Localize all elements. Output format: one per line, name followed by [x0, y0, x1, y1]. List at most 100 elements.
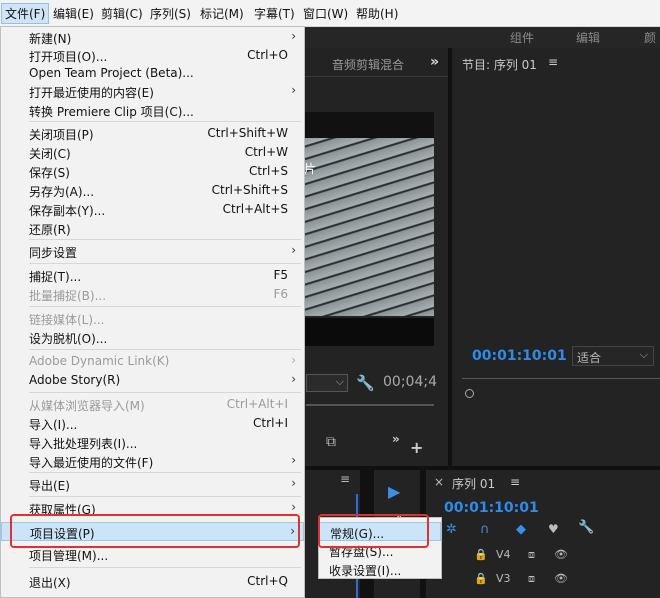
chevron-down-icon: ⌵ [335, 375, 344, 388]
workspace-tab-color[interactable]: 颜 [644, 29, 656, 46]
menu-item-label: 批量捕捉(B)... [29, 289, 107, 303]
file-menu-item[interactable]: Open Team Project (Beta)... [1, 64, 304, 83]
menu-sequence[interactable]: 序列(S) [150, 5, 191, 22]
chevron-right-icon: › [291, 453, 296, 467]
track-label[interactable]: V4 [496, 548, 511, 561]
file-menu-item[interactable]: 导出(E) › [1, 475, 304, 494]
file-menu-item: 链接媒体(L)... [1, 309, 304, 328]
menu-file[interactable]: 文件(F) [1, 3, 50, 24]
panel-overflow-icon[interactable]: » [430, 54, 439, 70]
panel-menu-icon[interactable]: ≡ [510, 475, 520, 489]
track-label[interactable]: V3 [496, 572, 511, 585]
menu-item-label: 链接媒体(L)... [29, 313, 105, 327]
clip-caption-text: 片 [304, 162, 317, 176]
file-menu-item[interactable]: 还原(R) [1, 219, 304, 238]
file-menu-item: 批量捕捉(B)... F6 [1, 285, 304, 304]
source-zoom-dropdown[interactable]: ⌵ [306, 374, 348, 392]
file-menu-item[interactable]: 另存为(A)... Ctrl+Shift+S [1, 181, 304, 200]
submenu-item-ingest-settings[interactable]: 收录设置(I)... [319, 560, 441, 579]
file-menu: 新建(N) › 打开项目(O)... Ctrl+O Open Team Project … [0, 26, 305, 598]
menu-separator [29, 263, 301, 264]
close-tab-icon[interactable]: × [434, 475, 444, 489]
menu-separator [29, 567, 301, 568]
lock-icon[interactable]: 🔒 [474, 572, 488, 585]
source-video-frame [300, 112, 434, 316]
file-menu-item[interactable]: 保存(S) Ctrl+S [1, 162, 304, 181]
file-menu-item[interactable]: 新建(N) › [1, 28, 304, 47]
overwrite-icon[interactable]: ⧉ [326, 434, 336, 450]
sync-lock-icon[interactable]: ⧈ [528, 572, 535, 586]
workspace-tab-editing[interactable]: 编辑 [576, 29, 600, 46]
menu-item-shortcut: Ctrl+Shift+S [211, 183, 288, 197]
menu-item-label: 保存(S) [29, 166, 70, 180]
eye-icon[interactable]: 👁 [554, 548, 568, 561]
lock-icon[interactable]: 🔒 [474, 548, 488, 561]
menu-edit[interactable]: 编辑(E) [53, 5, 94, 22]
menu-item-label: 新建(N) [29, 32, 72, 46]
menu-help[interactable]: 帮助(H) [356, 5, 398, 22]
menu-item-shortcut: Ctrl+I [253, 416, 288, 430]
marker-icon[interactable]: ♥ [548, 522, 559, 536]
menu-item-label: 保存副本(Y)... [29, 204, 106, 218]
timeline-panel: × 序列 01 ≡ 00:01:10:01 ✲ ∩ ◆ ♥ 🔧 🔒 V4 ⧈ 👁… [426, 470, 660, 598]
menu-item-label: 转换 Premiere Clip 项目(C)... [29, 105, 194, 119]
file-menu-item[interactable]: 捕捉(T)... F5 [1, 266, 304, 285]
file-menu-item[interactable]: 打开项目(O)... Ctrl+O [1, 46, 304, 65]
add-button-icon[interactable]: + [410, 438, 423, 457]
panel-menu-icon[interactable]: ≡ [548, 55, 558, 69]
menu-title[interactable]: 字幕(T) [254, 5, 295, 22]
menu-item-label: 关闭项目(P) [29, 128, 94, 142]
program-timecode[interactable]: 00:01:10:01 [472, 348, 567, 364]
snap-icon[interactable]: ✲ [446, 522, 457, 537]
source-scrub-bar[interactable] [306, 404, 434, 406]
playhead-handle[interactable] [465, 389, 474, 398]
menu-item-label: 项目管理(M)... [29, 549, 109, 563]
menu-separator [29, 239, 301, 240]
file-menu-item[interactable]: 关闭项目(P) Ctrl+Shift+W [1, 124, 304, 143]
file-menu-item[interactable]: 打开最近使用的内容(E) › [1, 82, 304, 101]
menu-item-label: 打开最近使用的内容(E) [29, 86, 154, 100]
menu-separator [29, 349, 301, 350]
wrench-icon[interactable]: 🔧 [578, 520, 594, 535]
file-menu-item[interactable]: 转换 Premiere Clip 项目(C)... [1, 101, 304, 120]
wrench-icon[interactable]: 🔧 [356, 374, 375, 392]
chevron-right-icon: › [291, 243, 296, 257]
panel-menu-icon[interactable]: ≡ [340, 472, 350, 486]
linked-selection-icon[interactable]: ∩ [480, 522, 490, 537]
file-menu-item[interactable]: Adobe Story(R) › [1, 371, 304, 390]
menu-separator [29, 306, 301, 307]
menu-item-label: 导入最近使用的文件(F) [29, 456, 154, 470]
file-menu-item[interactable]: 保存副本(Y)... Ctrl+Alt+S [1, 200, 304, 219]
menu-item-label: 导入(I)... [29, 418, 78, 432]
file-menu-item[interactable]: 导入批处理列表(I)... [1, 433, 304, 452]
menu-window[interactable]: 窗口(W) [303, 5, 348, 22]
workspace-tab-components[interactable]: 组件 [510, 29, 534, 46]
chevron-right-icon: › [291, 83, 296, 97]
program-scrub-bar[interactable] [462, 378, 660, 379]
menu-separator [29, 472, 301, 473]
menu-item-label: Open Team Project (Beta)... [29, 66, 194, 80]
menu-item-label: 同步设置 [29, 246, 78, 260]
sync-lock-icon[interactable]: ⧈ [528, 548, 535, 562]
eye-icon[interactable]: 👁 [554, 572, 568, 585]
file-menu-item[interactable]: 设为脱机(O)... [1, 328, 304, 347]
menu-item-shortcut: Ctrl+Alt+I [226, 397, 288, 411]
audio-clip-mixer-tab[interactable]: 音频剪辑混合 [332, 56, 404, 73]
menu-item-label: 导入批处理列表(I)... [29, 437, 138, 451]
timeline-sequence-title[interactable]: 序列 01 [452, 475, 495, 492]
file-menu-item[interactable]: 关闭(C) Ctrl+W [1, 143, 304, 162]
more-controls-icon[interactable]: » [392, 432, 400, 446]
file-menu-item[interactable]: 导入最近使用的文件(F) › [1, 452, 304, 471]
add-marker-icon[interactable]: ◆ [516, 522, 526, 537]
menu-marker[interactable]: 标记(M) [200, 5, 244, 22]
selection-tool-icon[interactable]: ▶ [388, 482, 400, 501]
fit-zoom-dropdown[interactable]: 适合 ⌵ [572, 346, 654, 366]
timeline-timecode[interactable]: 00:01:10:01 [444, 500, 539, 516]
fit-zoom-label: 适合 [577, 351, 602, 365]
menu-item-label: Adobe Story(R) [29, 373, 121, 387]
menu-clip[interactable]: 剪辑(C) [101, 5, 143, 22]
file-menu-item[interactable]: 导入(I)... Ctrl+I [1, 414, 304, 433]
file-menu-item[interactable]: 退出(X) Ctrl+Q [1, 572, 304, 591]
video-letterbox-bottom [300, 318, 434, 346]
file-menu-item[interactable]: 同步设置 › [1, 242, 304, 261]
